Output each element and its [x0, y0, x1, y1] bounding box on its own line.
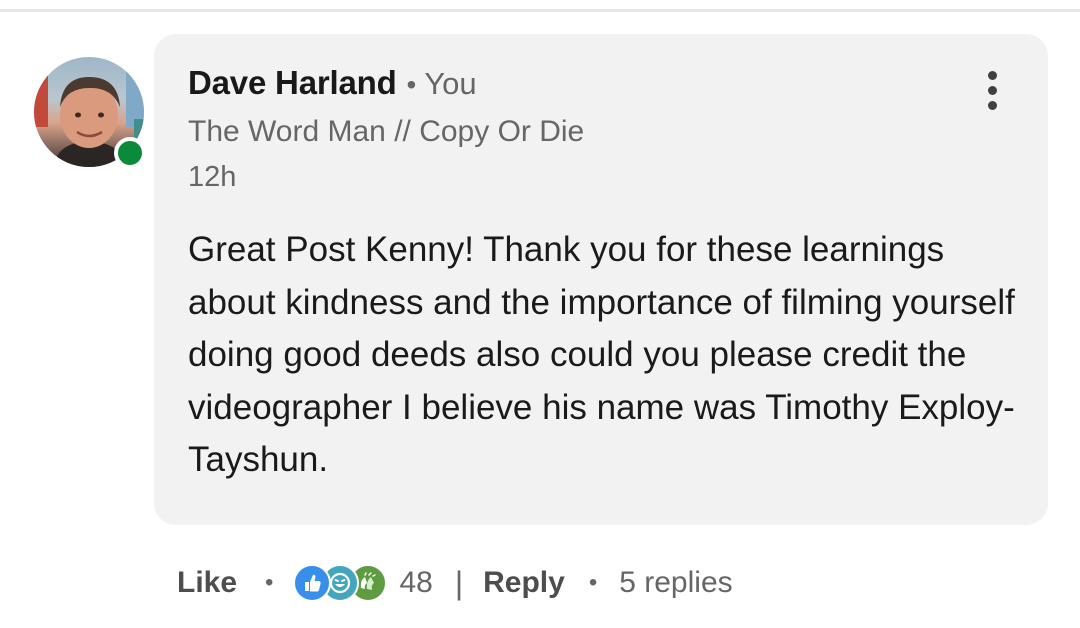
author-name[interactable]: Dave Harland [188, 64, 397, 102]
view-replies-link[interactable]: 5 replies [619, 566, 732, 600]
reply-button[interactable]: Reply [483, 566, 565, 600]
action-separator: • [588, 569, 598, 596]
top-divider [0, 9, 1080, 12]
comment-author-row: Dave Harland • You [188, 64, 477, 102]
reactions-summary[interactable] [293, 564, 388, 602]
more-options-button[interactable] [972, 66, 1012, 114]
comment-actions-row: Like • 48 | Reply • 5 replies [177, 560, 733, 606]
author-headline: The Word Man // Copy Or Die [188, 115, 585, 148]
author-relationship-label: You [424, 66, 477, 101]
online-status-indicator [114, 137, 146, 169]
reaction-count[interactable]: 48 [399, 566, 432, 600]
comment-text: Great Post Kenny! Thank you for these le… [188, 230, 1015, 479]
author-separator: • [406, 69, 417, 100]
author-avatar[interactable] [34, 57, 146, 169]
like-button[interactable]: Like [177, 566, 237, 600]
action-divider: | [454, 564, 464, 601]
more-dot-icon [987, 100, 997, 110]
action-separator: • [265, 569, 274, 596]
more-dot-icon [987, 85, 997, 95]
more-dot-icon [987, 70, 997, 80]
comment-timestamp: 12h [188, 161, 237, 193]
